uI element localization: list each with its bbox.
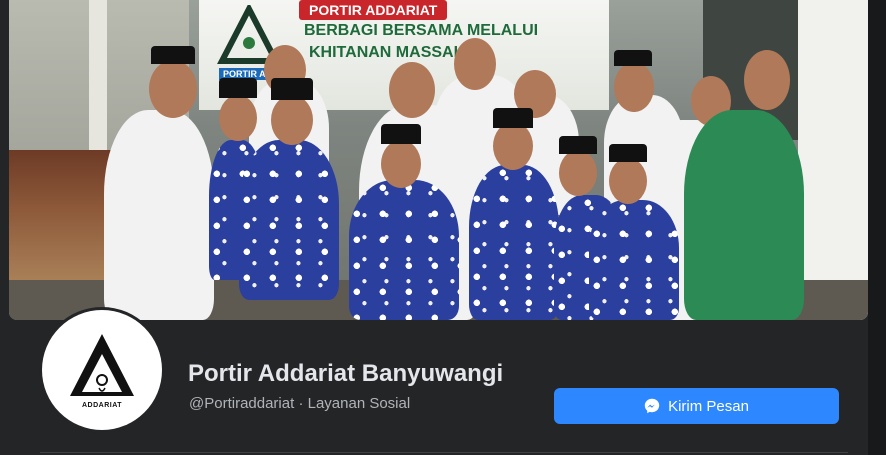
send-message-button[interactable]: Kirim Pesan bbox=[554, 388, 839, 424]
person bbox=[104, 110, 214, 320]
page-username-category: @Portiraddariat · Layanan Sosial bbox=[189, 395, 411, 412]
banner-line-1: BERBAGI BERSAMA MELALUI bbox=[304, 22, 539, 39]
messenger-icon bbox=[644, 398, 660, 414]
profile-picture-frame[interactable]: ADDARIAT bbox=[39, 307, 165, 433]
child-head bbox=[271, 95, 313, 145]
child-head bbox=[559, 150, 597, 196]
child bbox=[589, 200, 679, 320]
person bbox=[684, 110, 804, 320]
child-cap bbox=[559, 136, 597, 154]
child-head bbox=[609, 158, 647, 204]
header-divider bbox=[40, 452, 848, 453]
child-cap bbox=[609, 144, 647, 162]
cover-pillar-right bbox=[798, 0, 868, 320]
page-edge bbox=[868, 0, 886, 455]
addariat-logo-icon bbox=[70, 334, 134, 396]
person-head bbox=[149, 60, 197, 118]
child-cap bbox=[381, 124, 421, 144]
child-cap bbox=[271, 78, 313, 100]
person-head bbox=[744, 50, 790, 110]
cover-photo[interactable]: PORTIR AD PORTIR ADDARIAT BERBAGI BERSAM… bbox=[9, 0, 868, 320]
person-head bbox=[389, 62, 435, 118]
page-title[interactable]: Portir Addariat Banyuwangi bbox=[188, 360, 503, 388]
person-cap bbox=[614, 50, 652, 66]
child-head bbox=[493, 122, 533, 170]
profile-picture[interactable]: ADDARIAT bbox=[42, 310, 162, 430]
child bbox=[239, 140, 339, 300]
child-head bbox=[381, 140, 421, 188]
send-message-label: Kirim Pesan bbox=[668, 397, 749, 415]
logo-text: ADDARIAT bbox=[81, 402, 123, 409]
banner-title: PORTIR ADDARIAT bbox=[299, 0, 448, 20]
child-cap bbox=[493, 108, 533, 128]
page-header: PORTIR AD PORTIR ADDARIAT BERBAGI BERSAM… bbox=[0, 0, 886, 455]
person-cap bbox=[151, 46, 195, 64]
cover-sofa bbox=[9, 150, 119, 300]
child bbox=[349, 180, 459, 320]
child-cap bbox=[219, 78, 257, 98]
person-head bbox=[454, 38, 496, 90]
person-head bbox=[614, 62, 654, 112]
banner-line-2: KHITANAN MASSAL bbox=[309, 44, 464, 61]
child bbox=[469, 165, 559, 320]
child-head bbox=[219, 95, 257, 141]
